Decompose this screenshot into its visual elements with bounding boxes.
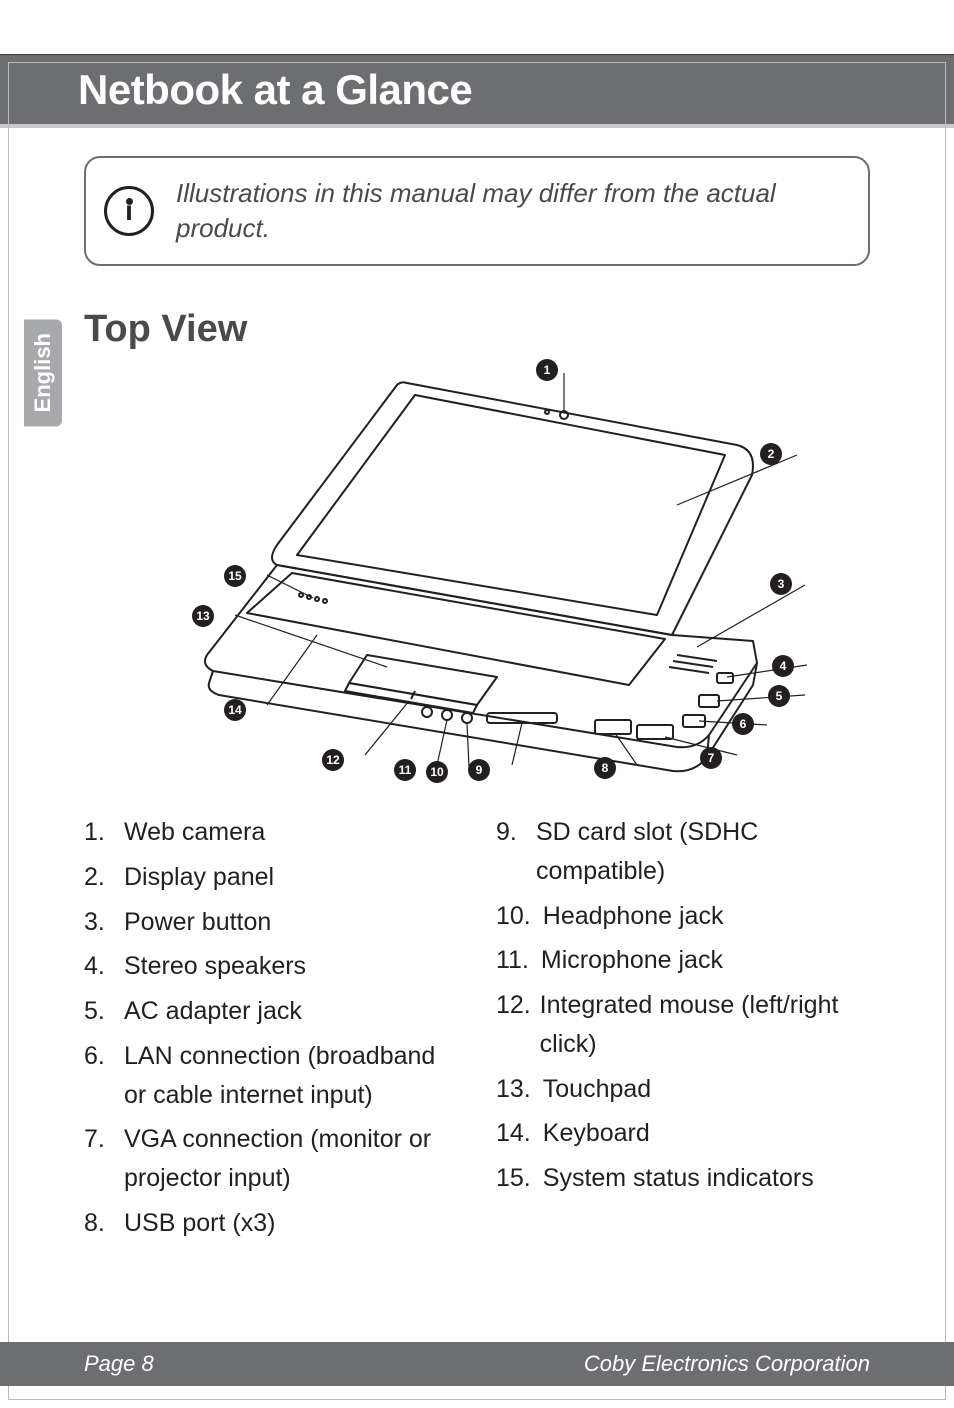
list-item: 5.AC adapter jack — [84, 992, 458, 1031]
list-item: 8.USB port (x3) — [84, 1204, 458, 1243]
list-item: 9.SD card slot (SDHC compatible) — [496, 813, 870, 891]
list-item: 7.VGA connection (monitor or projector i… — [84, 1120, 458, 1198]
page-header: Netbook at a Glance — [0, 54, 954, 128]
info-note-text: Illustrations in this manual may differ … — [176, 176, 844, 246]
list-item: 12.Integrated mouse (left/right click) — [496, 986, 870, 1064]
section-title: Top View — [84, 308, 870, 351]
list-item: 13.Touchpad — [496, 1070, 870, 1109]
list-item: 4.Stereo speakers — [84, 947, 458, 986]
list-item: 11.Microphone jack — [496, 941, 870, 980]
list-item: 6.LAN connection (broadband or cable int… — [84, 1037, 458, 1115]
list-item: 2.Display panel — [84, 858, 458, 897]
legend-right: 9.SD card slot (SDHC compatible) 10.Head… — [496, 813, 870, 1249]
list-item: 1.Web camera — [84, 813, 458, 852]
legend-left: 1.Web camera 2.Display panel 3.Power but… — [84, 813, 458, 1249]
page-content: i Illustrations in this manual may diffe… — [0, 128, 954, 1249]
page-title: Netbook at a Glance — [78, 66, 472, 114]
footer-company: Coby Electronics Corporation — [584, 1351, 870, 1377]
parts-legend: 1.Web camera 2.Display panel 3.Power but… — [84, 813, 870, 1249]
list-item: 10.Headphone jack — [496, 897, 870, 936]
page-footer: Page 8 Coby Electronics Corporation — [0, 1342, 954, 1386]
language-tab: English — [24, 319, 62, 426]
list-item: 14.Keyboard — [496, 1114, 870, 1153]
info-note: i Illustrations in this manual may diffe… — [84, 156, 870, 266]
info-icon: i — [104, 186, 154, 236]
list-item: 3.Power button — [84, 903, 458, 942]
footer-page: Page 8 — [84, 1351, 154, 1377]
list-item: 15.System status indicators — [496, 1159, 870, 1198]
netbook-diagram: 1 2 3 4 5 6 7 8 9 10 11 12 13 14 15 — [84, 355, 870, 795]
